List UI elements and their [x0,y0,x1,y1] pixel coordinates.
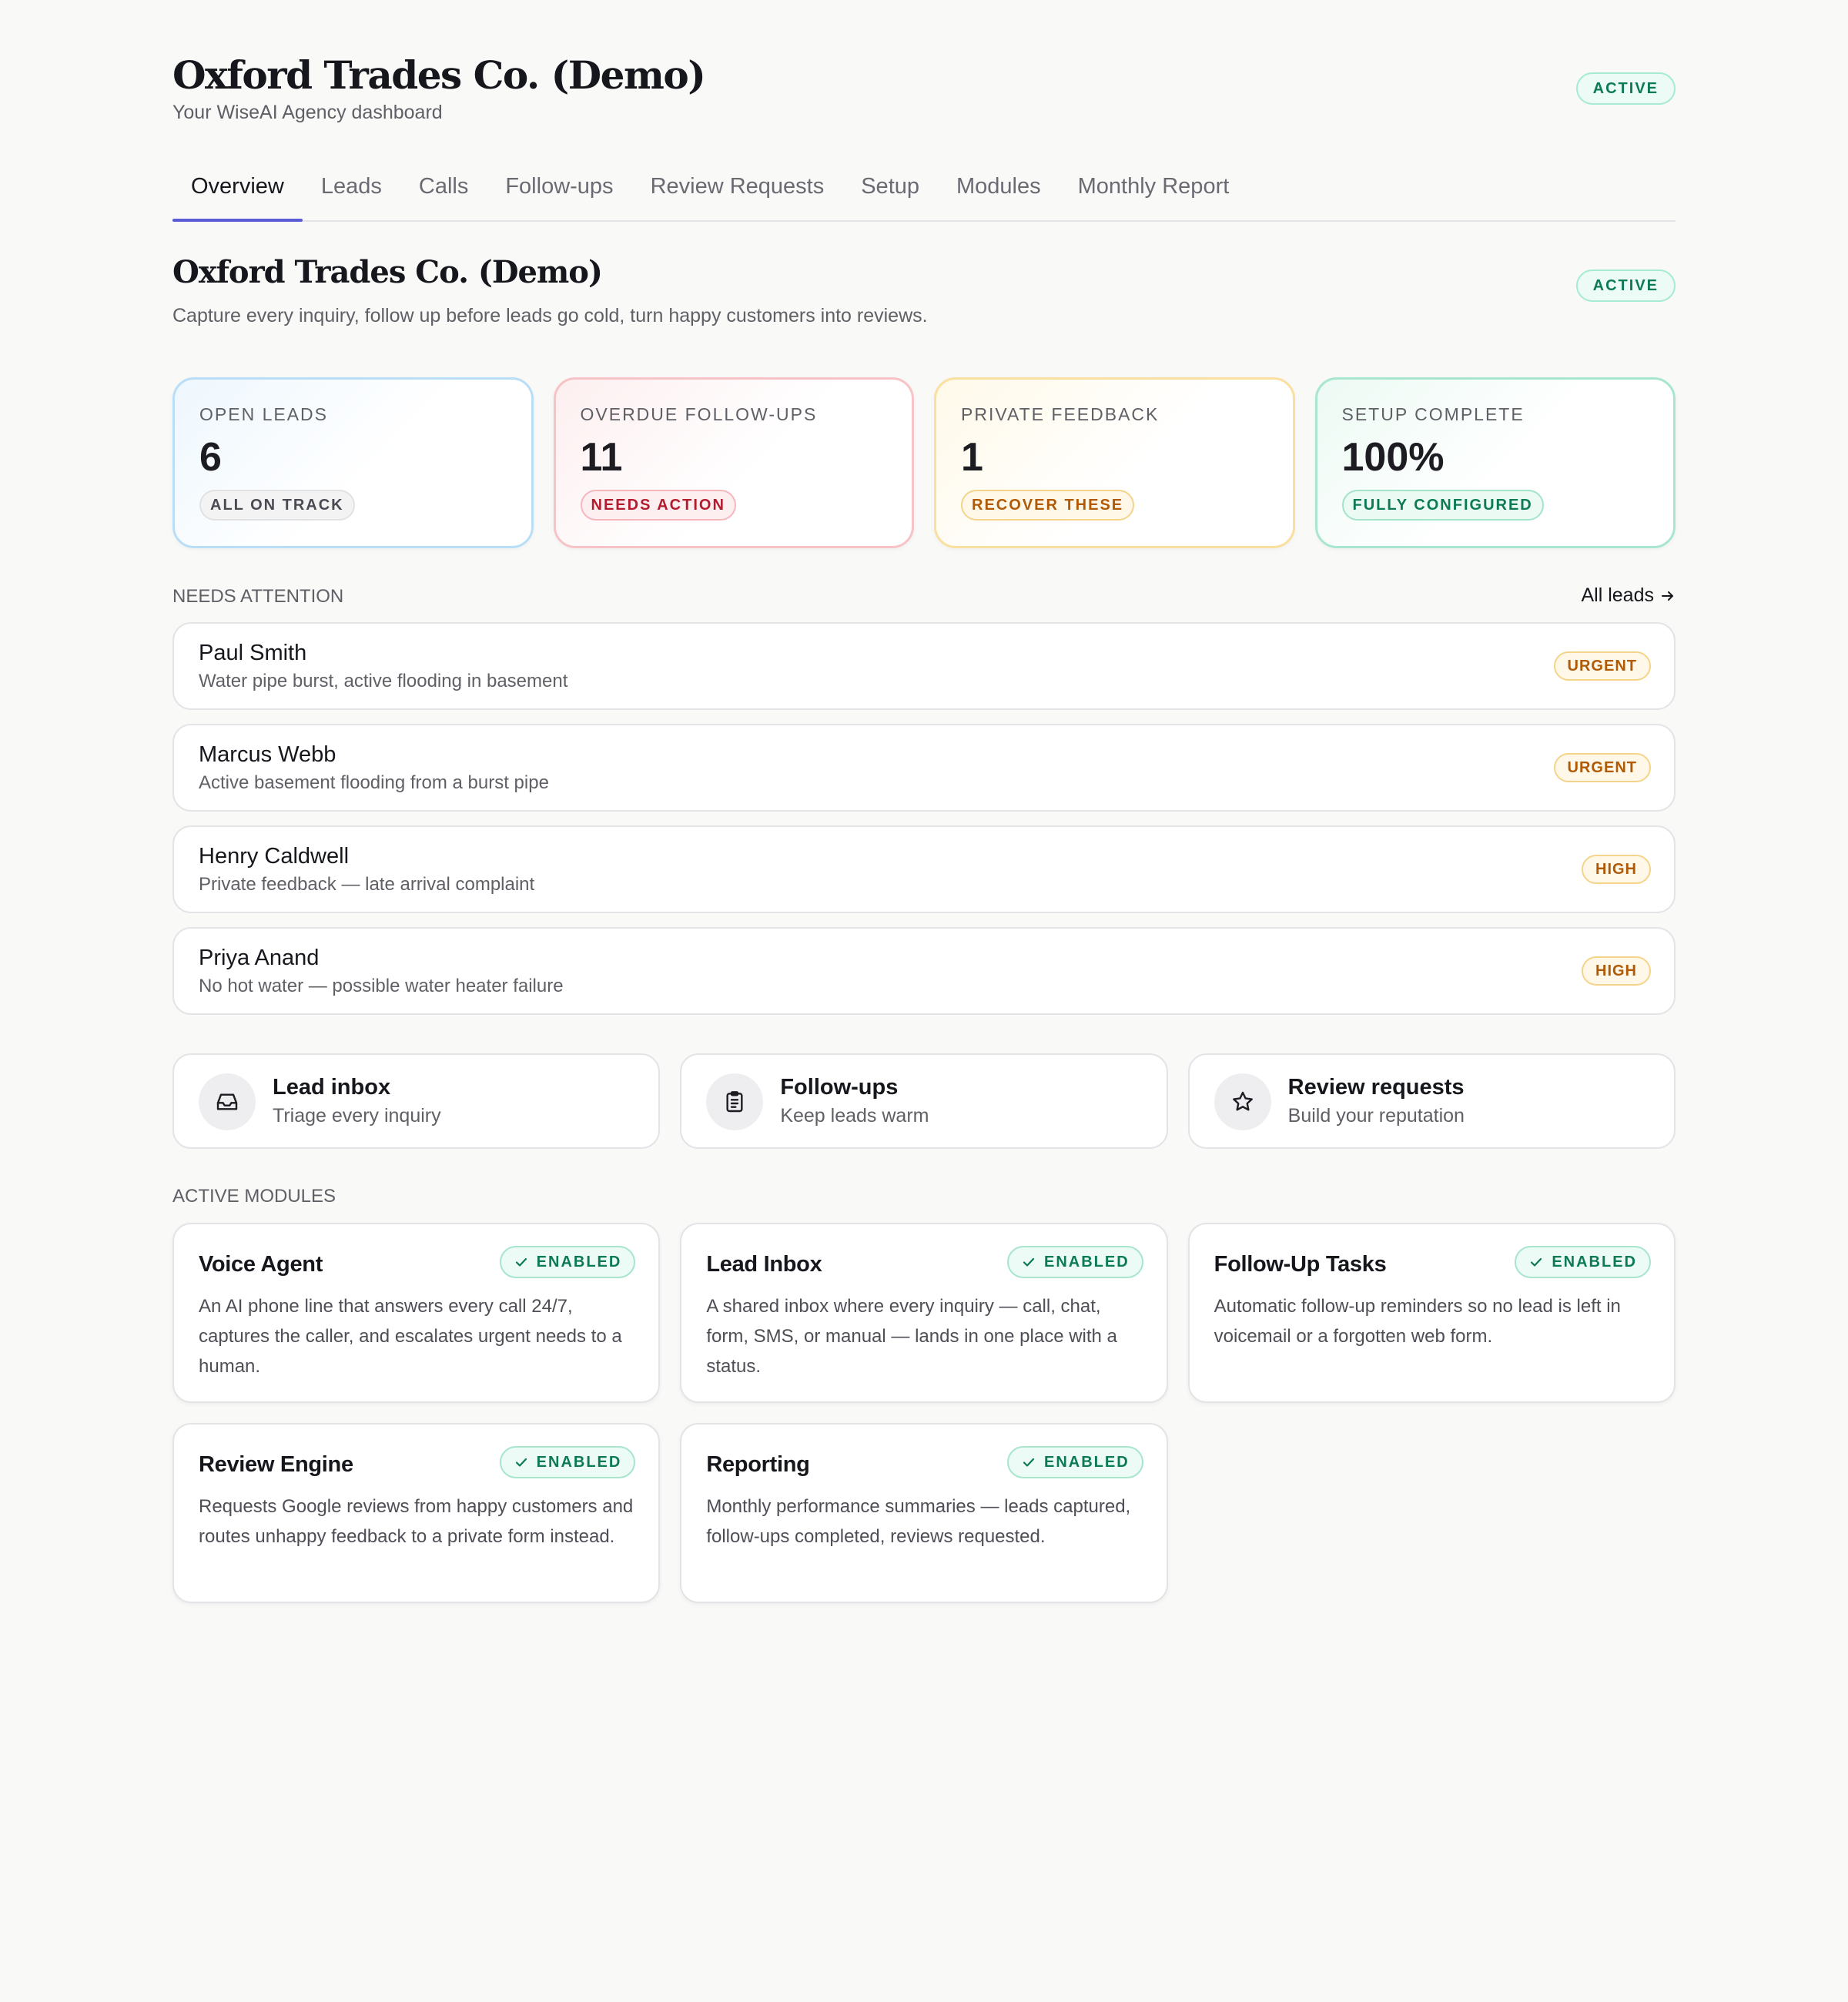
page-subtitle: Your WiseAI Agency dashboard [172,102,443,123]
all-leads-link[interactable]: All leads [1582,584,1676,607]
active-modules-label: ACTIVE MODULES [172,1186,336,1207]
check-icon [1531,1257,1542,1267]
overview-section-header: Oxford Trades Co. (Demo) Capture every i… [172,222,1676,377]
enabled-label: ENABLED [1552,1253,1637,1270]
tab-modules[interactable]: Modules [938,152,1060,220]
lead-detail: Private feedback — late arrival complain… [199,874,535,895]
enabled-label: ENABLED [536,1253,622,1270]
page-title: Oxford Trades Co. (Demo) [172,52,706,98]
module-card-voice-agent[interactable]: Voice Agent ENABLED An AI phone line tha… [172,1223,661,1403]
module-card-lead-inbox[interactable]: Lead Inbox ENABLED A shared inbox where … [680,1223,1168,1403]
lead-name: Priya Anand [199,946,320,970]
shortcut-title: Follow-ups [780,1075,899,1100]
lead-row[interactable]: Paul Smith Water pipe burst, active floo… [172,622,1676,710]
stat-card-overdue-follow-ups[interactable]: OVERDUE FOLLOW-UPS 11 NEEDS ACTION [553,377,914,548]
shortcut-title: Lead inbox [273,1075,391,1100]
star-icon [1214,1073,1271,1130]
priority-badge: HIGH [1582,855,1651,884]
stat-value: 1 [961,435,983,480]
stat-card-private-feedback[interactable]: PRIVATE FEEDBACK 1 RECOVER THESE [934,377,1295,548]
modules-grid: Voice Agent ENABLED An AI phone line tha… [172,1223,1676,1603]
enabled-label: ENABLED [1043,1253,1130,1270]
shortcut-subtitle: Build your reputation [1287,1105,1465,1127]
enabled-badge: ENABLED [1006,1246,1143,1278]
stat-badge: RECOVER THESE [961,490,1135,521]
shortcut-subtitle: Keep leads warm [780,1105,929,1127]
lead-detail: Active basement flooding from a burst pi… [199,772,549,793]
stat-cards: OPEN LEADS 6 ALL ON TRACK OVERDUE FOLLOW… [172,377,1676,548]
tab-calls[interactable]: Calls [400,152,487,220]
check-icon [515,1257,527,1267]
tab-monthly-report[interactable]: Monthly Report [1060,152,1248,220]
tab-bar: Overview Leads Calls Follow-ups Review R… [172,154,1676,222]
enabled-badge: ENABLED [499,1246,636,1278]
priority-badge: URGENT [1553,753,1651,782]
tab-overview[interactable]: Overview [172,152,303,222]
stat-badge: ALL ON TRACK [199,490,355,521]
enabled-badge: ENABLED [1006,1446,1143,1478]
priority-badge: URGENT [1553,651,1651,681]
module-card-follow-up-tasks[interactable]: Follow-Up Tasks ENABLED Automatic follow… [1187,1223,1676,1403]
needs-attention-list: Paul Smith Water pipe burst, active floo… [172,622,1676,1015]
stat-label: SETUP COMPLETE [1341,404,1525,424]
check-icon [1023,1257,1035,1267]
needs-attention-header: NEEDS ATTENTION All leads [172,548,1676,622]
clipboard-icon [706,1073,764,1130]
lead-inbox-link[interactable]: Lead inbox Triage every inquiry [172,1053,661,1149]
module-description: Automatic follow-up reminders so no lead… [1214,1296,1621,1347]
lead-detail: Water pipe burst, active flooding in bas… [199,671,568,691]
stat-label: OPEN LEADS [199,404,328,424]
stat-value: 100% [1341,435,1445,480]
quick-links: Lead inbox Triage every inquiry Follow-u… [172,1053,1676,1149]
stat-label: PRIVATE FEEDBACK [961,404,1160,424]
lead-row[interactable]: Marcus Webb Active basement flooding fro… [172,724,1676,812]
lead-row[interactable]: Priya Anand No hot water — possible wate… [172,927,1676,1015]
section-title: Oxford Trades Co. (Demo) [172,254,603,290]
enabled-badge: ENABLED [499,1446,636,1478]
enabled-label: ENABLED [536,1453,622,1471]
lead-row[interactable]: Henry Caldwell Private feedback — late a… [172,825,1676,913]
module-card-review-engine[interactable]: Review Engine ENABLED Requests Google re… [172,1423,661,1603]
tab-setup[interactable]: Setup [842,152,938,220]
section-description: Capture every inquiry, follow up before … [172,305,928,326]
section-status-badge: ACTIVE [1575,270,1676,302]
module-description: Requests Google reviews from happy custo… [199,1496,634,1547]
enabled-label: ENABLED [1043,1453,1130,1471]
all-leads-link-label: All leads [1581,584,1655,606]
active-modules-header: ACTIVE MODULES [172,1149,1676,1223]
module-description: A shared inbox where every inquiry — cal… [706,1296,1117,1377]
lead-name: Henry Caldwell [199,844,350,869]
arrow-right-icon [1662,591,1673,601]
needs-attention-label: NEEDS ATTENTION [172,586,344,607]
tab-leads[interactable]: Leads [303,152,400,220]
module-description: Monthly performance summaries — leads ca… [706,1496,1131,1547]
stat-value: 11 [580,435,623,480]
follow-ups-link[interactable]: Follow-ups Keep leads warm [680,1053,1168,1149]
check-icon [1023,1458,1035,1467]
stat-card-open-leads[interactable]: OPEN LEADS 6 ALL ON TRACK [172,377,534,548]
priority-badge: HIGH [1582,956,1651,986]
stat-card-setup-complete[interactable]: SETUP COMPLETE 100% FULLY CONFIGURED [1314,377,1676,548]
lead-detail: No hot water — possible water heater fai… [199,976,564,996]
stat-badge: NEEDS ACTION [580,490,736,521]
tab-review-requests[interactable]: Review Requests [632,152,843,220]
lead-name: Paul Smith [199,641,307,665]
stat-badge: FULLY CONFIGURED [1341,490,1544,521]
inbox-icon [199,1073,256,1130]
shortcut-subtitle: Triage every inquiry [273,1105,441,1127]
enabled-badge: ENABLED [1515,1246,1651,1278]
page-header: Oxford Trades Co. (Demo) Your WiseAI Age… [172,0,1676,154]
dashboard-page: Oxford Trades Co. (Demo) Your WiseAI Age… [172,0,1676,1603]
review-requests-link[interactable]: Review requests Build your reputation [1187,1053,1676,1149]
tab-follow-ups[interactable]: Follow-ups [487,152,631,220]
lead-name: Marcus Webb [199,742,336,767]
status-badge: ACTIVE [1575,72,1676,105]
module-description: An AI phone line that answers every call… [199,1296,622,1377]
stat-label: OVERDUE FOLLOW-UPS [580,404,818,424]
shortcut-title: Review requests [1287,1075,1465,1100]
module-card-reporting[interactable]: Reporting ENABLED Monthly performance su… [680,1423,1168,1603]
check-icon [515,1458,527,1467]
stat-value: 6 [199,435,222,480]
